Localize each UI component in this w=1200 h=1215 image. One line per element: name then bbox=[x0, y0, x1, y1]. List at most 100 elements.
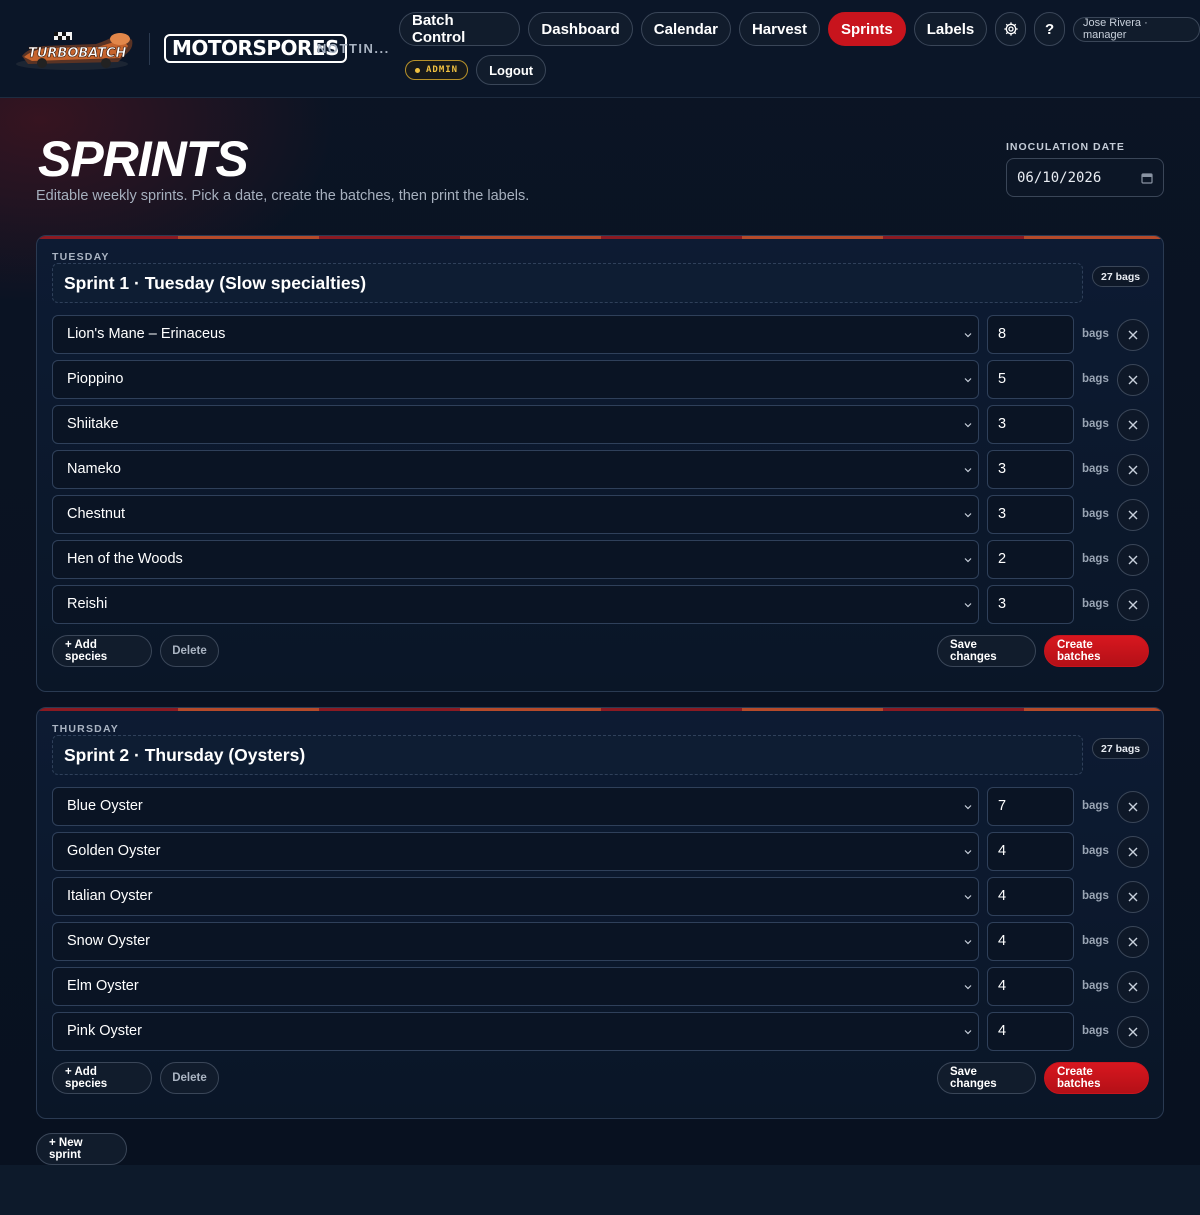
quantity-input[interactable]: 4 bbox=[987, 877, 1074, 916]
remove-species-button[interactable] bbox=[1117, 409, 1149, 441]
unit-label: bags bbox=[1082, 845, 1109, 857]
nav-harvest[interactable]: Harvest bbox=[738, 12, 821, 46]
quantity-input[interactable]: 4 bbox=[987, 832, 1074, 871]
quantity-input[interactable]: 3 bbox=[987, 585, 1074, 624]
save-changes-button[interactable]: Save changes bbox=[937, 1062, 1036, 1094]
top-header: TURBOBATCH MOTORSPORES NOTTIN... Batch C… bbox=[0, 0, 1200, 98]
species-value: Italian Oyster bbox=[67, 888, 153, 904]
species-row: Italian Oyster 4 bags bbox=[52, 877, 1149, 916]
sprint-actions: + Add species Delete Save changes Create… bbox=[52, 1062, 1149, 1094]
card-accent-stripe bbox=[37, 236, 1163, 239]
species-select[interactable]: Hen of the Woods bbox=[52, 540, 979, 579]
species-select[interactable]: Elm Oyster bbox=[52, 967, 979, 1006]
remove-species-button[interactable] bbox=[1117, 881, 1149, 913]
sprint-name-input[interactable]: Sprint 2 · Thursday (Oysters) bbox=[52, 735, 1083, 775]
new-sprint-button[interactable]: + New sprint bbox=[36, 1133, 127, 1165]
create-batches-button[interactable]: Create batches bbox=[1044, 1062, 1149, 1094]
nav-dashboard[interactable]: Dashboard bbox=[528, 12, 633, 46]
inoculation-date-field: INOCULATION DATE 06/10/2026 bbox=[1006, 141, 1164, 197]
remove-species-button[interactable] bbox=[1117, 544, 1149, 576]
species-select[interactable]: Reishi bbox=[52, 585, 979, 624]
location-name[interactable]: NOTTIN... bbox=[317, 41, 390, 56]
species-row: Lion's Mane – Erinaceus 8 bags bbox=[52, 315, 1149, 354]
species-select[interactable]: Lion's Mane – Erinaceus bbox=[52, 315, 979, 354]
species-select[interactable]: Golden Oyster bbox=[52, 832, 979, 871]
logout-button[interactable]: Logout bbox=[476, 55, 547, 85]
nav-batch-control[interactable]: Batch Control bbox=[399, 12, 521, 46]
bag-total-badge: 27 bags bbox=[1092, 266, 1150, 287]
remove-species-button[interactable] bbox=[1117, 589, 1149, 621]
remove-species-button[interactable] bbox=[1117, 499, 1149, 531]
date-input[interactable]: 06/10/2026 bbox=[1006, 158, 1164, 197]
quantity-input[interactable]: 8 bbox=[987, 315, 1074, 354]
species-select[interactable]: Pioppino bbox=[52, 360, 979, 399]
close-icon bbox=[1128, 330, 1138, 340]
chevron-down-icon bbox=[964, 850, 972, 855]
close-icon bbox=[1128, 375, 1138, 385]
species-value: Chestnut bbox=[67, 506, 126, 522]
delete-sprint-button[interactable]: Delete bbox=[160, 635, 219, 667]
quantity-input[interactable]: 7 bbox=[987, 787, 1074, 826]
quantity-input[interactable]: 4 bbox=[987, 967, 1074, 1006]
calendar-icon[interactable] bbox=[1141, 172, 1153, 184]
species-select[interactable]: Nameko bbox=[52, 450, 979, 489]
remove-species-button[interactable] bbox=[1117, 319, 1149, 351]
turbobatch-logo[interactable]: TURBOBATCH bbox=[14, 26, 136, 72]
save-changes-button[interactable]: Save changes bbox=[937, 635, 1036, 667]
add-species-button[interactable]: + Add species bbox=[52, 1062, 152, 1094]
turbobatch-logo-text: TURBOBATCH bbox=[28, 46, 127, 61]
remove-species-button[interactable] bbox=[1117, 364, 1149, 396]
nav-calendar[interactable]: Calendar bbox=[640, 12, 731, 46]
chevron-down-icon bbox=[964, 513, 972, 518]
chevron-down-icon bbox=[964, 895, 972, 900]
add-species-button[interactable]: + Add species bbox=[52, 635, 152, 667]
species-select[interactable]: Pink Oyster bbox=[52, 1012, 979, 1051]
close-icon bbox=[1128, 802, 1138, 812]
remove-species-button[interactable] bbox=[1117, 836, 1149, 868]
close-icon bbox=[1128, 892, 1138, 902]
species-row: Shiitake 3 bags bbox=[52, 405, 1149, 444]
remove-species-button[interactable] bbox=[1117, 926, 1149, 958]
close-icon bbox=[1128, 982, 1138, 992]
quantity-input[interactable]: 3 bbox=[987, 405, 1074, 444]
quantity-input[interactable]: 5 bbox=[987, 360, 1074, 399]
sprint-name-input[interactable]: Sprint 1 · Tuesday (Slow specialties) bbox=[52, 263, 1083, 303]
quantity-input[interactable]: 2 bbox=[987, 540, 1074, 579]
quantity-input[interactable]: 4 bbox=[987, 922, 1074, 961]
unit-label: bags bbox=[1082, 418, 1109, 430]
nav-labels[interactable]: Labels bbox=[913, 12, 988, 46]
chevron-down-icon bbox=[964, 985, 972, 990]
species-select[interactable]: Chestnut bbox=[52, 495, 979, 534]
quantity-input[interactable]: 3 bbox=[987, 450, 1074, 489]
nav-sprints[interactable]: Sprints bbox=[828, 12, 906, 46]
remove-species-button[interactable] bbox=[1117, 791, 1149, 823]
chevron-down-icon bbox=[964, 1030, 972, 1035]
settings-button[interactable] bbox=[995, 12, 1027, 46]
remove-species-button[interactable] bbox=[1117, 454, 1149, 486]
header-secondary-row: ADMIN Logout bbox=[405, 55, 547, 85]
remove-species-button[interactable] bbox=[1117, 971, 1149, 1003]
species-select[interactable]: Snow Oyster bbox=[52, 922, 979, 961]
sprint-actions: + Add species Delete Save changes Create… bbox=[52, 635, 1149, 667]
delete-sprint-button[interactable]: Delete bbox=[160, 1062, 219, 1094]
role-badge: ADMIN bbox=[405, 60, 469, 80]
sprint-card: THURSDAY Sprint 2 · Thursday (Oysters) 2… bbox=[36, 707, 1164, 1119]
unit-label: bags bbox=[1082, 890, 1109, 902]
card-accent-stripe bbox=[37, 708, 1163, 711]
species-select[interactable]: Shiitake bbox=[52, 405, 979, 444]
unit-label: bags bbox=[1082, 800, 1109, 812]
sprint-day: TUESDAY bbox=[52, 251, 110, 263]
create-batches-button[interactable]: Create batches bbox=[1044, 635, 1149, 667]
species-select[interactable]: Italian Oyster bbox=[52, 877, 979, 916]
user-chip[interactable]: Jose Rivera · manager bbox=[1072, 16, 1200, 42]
remove-species-button[interactable] bbox=[1117, 1016, 1149, 1048]
unit-label: bags bbox=[1082, 463, 1109, 475]
unit-label: bags bbox=[1082, 373, 1109, 385]
quantity-input[interactable]: 4 bbox=[987, 1012, 1074, 1051]
unit-label: bags bbox=[1082, 328, 1109, 340]
help-button[interactable]: ? bbox=[1034, 12, 1065, 46]
quantity-input[interactable]: 3 bbox=[987, 495, 1074, 534]
chevron-down-icon bbox=[964, 940, 972, 945]
chevron-down-icon bbox=[964, 468, 972, 473]
species-select[interactable]: Blue Oyster bbox=[52, 787, 979, 826]
